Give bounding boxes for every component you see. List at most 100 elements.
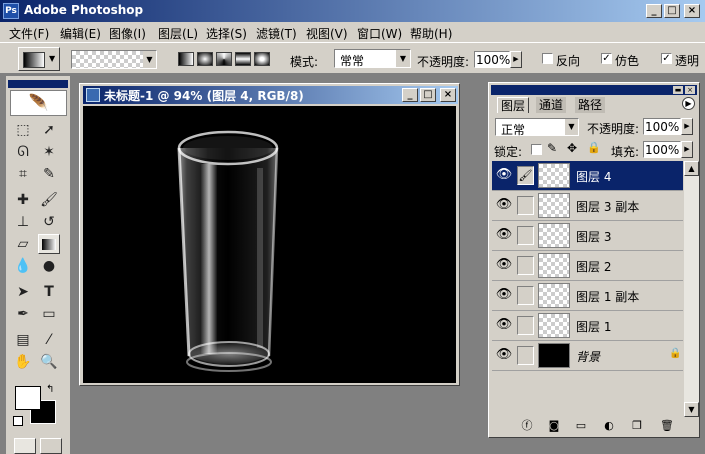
link-box[interactable] <box>517 346 534 365</box>
brush-icon[interactable]: 🖌 <box>517 166 534 185</box>
clone-stamp-icon[interactable]: ⊥ <box>12 212 34 232</box>
panel-menu-icon[interactable]: ▶ <box>682 97 695 110</box>
opacity-arrow-button[interactable]: ▶ <box>510 51 522 68</box>
hand-tool-icon[interactable]: ✋ <box>12 352 34 372</box>
eyedropper-icon[interactable]: ⁄ <box>38 330 60 350</box>
radial-gradient-icon[interactable] <box>197 52 213 66</box>
doc-close-button[interactable]: × <box>440 88 456 102</box>
fill-arrow[interactable]: ▶ <box>681 141 693 158</box>
eye-icon[interactable]: 👁 <box>493 224 515 246</box>
layer-row[interactable]: 👁 🖌 图层 4 <box>492 161 683 191</box>
doc-minimize-button[interactable]: _ <box>402 88 418 102</box>
blur-tool-icon[interactable]: 💧 <box>12 256 34 276</box>
history-brush-icon[interactable]: ↺ <box>38 212 60 232</box>
layer-row[interactable]: 👁 图层 2 <box>492 251 683 281</box>
layer-row[interactable]: 👁 图层 3 副本 <box>492 191 683 221</box>
path-selection-icon[interactable]: ➤ <box>12 282 34 302</box>
foreground-color-swatch[interactable] <box>15 386 41 410</box>
document-titlebar[interactable]: 未标题-1 @ 94% (图层 4, RGB/8) _ □ × <box>83 86 458 104</box>
panel-close-button[interactable]: × <box>685 86 695 94</box>
menu-filter[interactable]: 滤镜(T) <box>256 25 297 42</box>
tab-paths[interactable]: 路径 <box>575 97 606 113</box>
tab-layers[interactable]: 图层 <box>497 97 530 113</box>
link-box[interactable] <box>517 256 534 275</box>
new-layer-icon[interactable]: ❐ <box>629 419 645 433</box>
doc-maximize-button[interactable]: □ <box>420 88 436 102</box>
link-box[interactable] <box>517 286 534 305</box>
menu-image[interactable]: 图像(I) <box>109 25 146 42</box>
mask-icon[interactable]: ◙ <box>546 419 562 433</box>
reflected-gradient-icon[interactable] <box>235 52 251 66</box>
opacity-input[interactable]: 100% <box>474 51 510 68</box>
standard-mode-icon[interactable] <box>14 438 36 454</box>
menu-file[interactable]: 文件(F) <box>9 25 49 42</box>
layer-style-icon[interactable]: ⓕ <box>519 419 535 433</box>
group-icon[interactable]: ▭ <box>573 419 589 433</box>
lock-position-icon[interactable]: ✥ <box>567 141 577 155</box>
link-box[interactable] <box>517 226 534 245</box>
pen-tool-icon[interactable]: ✒ <box>12 304 34 324</box>
eye-icon[interactable]: 👁 <box>493 284 515 306</box>
adjustment-layer-icon[interactable]: ◐ <box>601 419 617 433</box>
default-colors-icon[interactable] <box>13 416 23 426</box>
marquee-tool-icon[interactable]: ⬚ <box>12 120 34 140</box>
mode-select[interactable]: 常常 ▼ <box>334 49 411 68</box>
menu-layer[interactable]: 图层(L) <box>158 25 198 42</box>
diamond-gradient-icon[interactable] <box>254 52 270 66</box>
slice-tool-icon[interactable]: ✎ <box>38 164 60 184</box>
close-button[interactable]: × <box>684 4 700 18</box>
maximize-button[interactable]: □ <box>664 4 680 18</box>
menu-select[interactable]: 选择(S) <box>206 25 247 42</box>
feather-logo-icon[interactable]: 🪶 <box>10 90 67 116</box>
zoom-tool-icon[interactable]: 🔍 <box>38 352 60 372</box>
dodge-tool-icon[interactable]: ● <box>38 256 60 276</box>
dither-checkbox[interactable]: ✓ <box>601 53 612 64</box>
eye-icon[interactable]: 👁 <box>493 344 515 366</box>
notes-tool-icon[interactable]: ▤ <box>12 330 34 350</box>
gradient-picker[interactable]: ▼ <box>71 50 157 69</box>
menu-view[interactable]: 视图(V) <box>306 25 348 42</box>
layer-row[interactable]: 👁 背景 🔒 <box>492 341 683 371</box>
brush-tool-icon[interactable]: 🖌 <box>38 190 60 210</box>
tab-channels[interactable]: 通道 <box>536 97 567 113</box>
toolbox-grip[interactable] <box>8 80 68 88</box>
layer-row[interactable]: 👁 图层 1 副本 <box>492 281 683 311</box>
move-tool-icon[interactable]: ➚ <box>38 120 60 140</box>
canvas[interactable] <box>83 106 456 383</box>
link-box[interactable] <box>517 196 534 215</box>
eye-icon[interactable]: 👁 <box>493 194 515 216</box>
menu-edit[interactable]: 编辑(E) <box>60 25 101 42</box>
lock-transparency-icon[interactable] <box>531 144 542 155</box>
panel-titlebar[interactable]: ▬ × <box>491 85 697 95</box>
eye-icon[interactable]: 👁 <box>493 314 515 336</box>
eraser-tool-icon[interactable]: ▱ <box>12 234 34 254</box>
type-tool-icon[interactable]: T <box>38 282 60 302</box>
layer-row[interactable]: 👁 图层 1 <box>492 311 683 341</box>
link-box[interactable] <box>517 316 534 335</box>
magic-wand-icon[interactable]: ✶ <box>38 142 60 162</box>
eye-icon[interactable]: 👁 <box>493 164 515 186</box>
menu-window[interactable]: 窗口(W) <box>357 25 402 42</box>
tool-preset-picker[interactable]: ▼ <box>18 47 60 71</box>
lasso-tool-icon[interactable]: ᘏ <box>12 142 34 162</box>
menu-help[interactable]: 帮助(H) <box>410 25 452 42</box>
angle-gradient-icon[interactable] <box>216 52 232 66</box>
panel-minimize-button[interactable]: ▬ <box>673 86 683 94</box>
healing-brush-icon[interactable]: ✚ <box>12 190 34 210</box>
scroll-up-button[interactable]: ▲ <box>684 161 699 176</box>
minimize-button[interactable]: _ <box>646 4 662 18</box>
swap-colors-icon[interactable]: ↰ <box>46 384 54 395</box>
layers-scrollbar[interactable]: ▲ ▼ <box>684 161 699 417</box>
crop-tool-icon[interactable]: ⌗ <box>12 164 34 184</box>
linear-gradient-icon[interactable] <box>178 52 194 66</box>
trash-icon[interactable]: 🗑 <box>659 419 675 433</box>
lock-pixels-icon[interactable]: ✎ <box>547 141 557 155</box>
layer-opacity-input[interactable]: 100% <box>643 118 681 135</box>
shape-tool-icon[interactable]: ▭ <box>38 304 60 324</box>
gradient-tool-icon[interactable] <box>38 234 60 254</box>
eye-icon[interactable]: 👁 <box>493 254 515 276</box>
transparency-checkbox[interactable]: ✓ <box>661 53 672 64</box>
lock-all-icon[interactable]: 🔒 <box>587 141 601 154</box>
blend-mode-select[interactable]: 正常 ▼ <box>495 118 579 137</box>
quick-mask-icon[interactable] <box>40 438 62 454</box>
